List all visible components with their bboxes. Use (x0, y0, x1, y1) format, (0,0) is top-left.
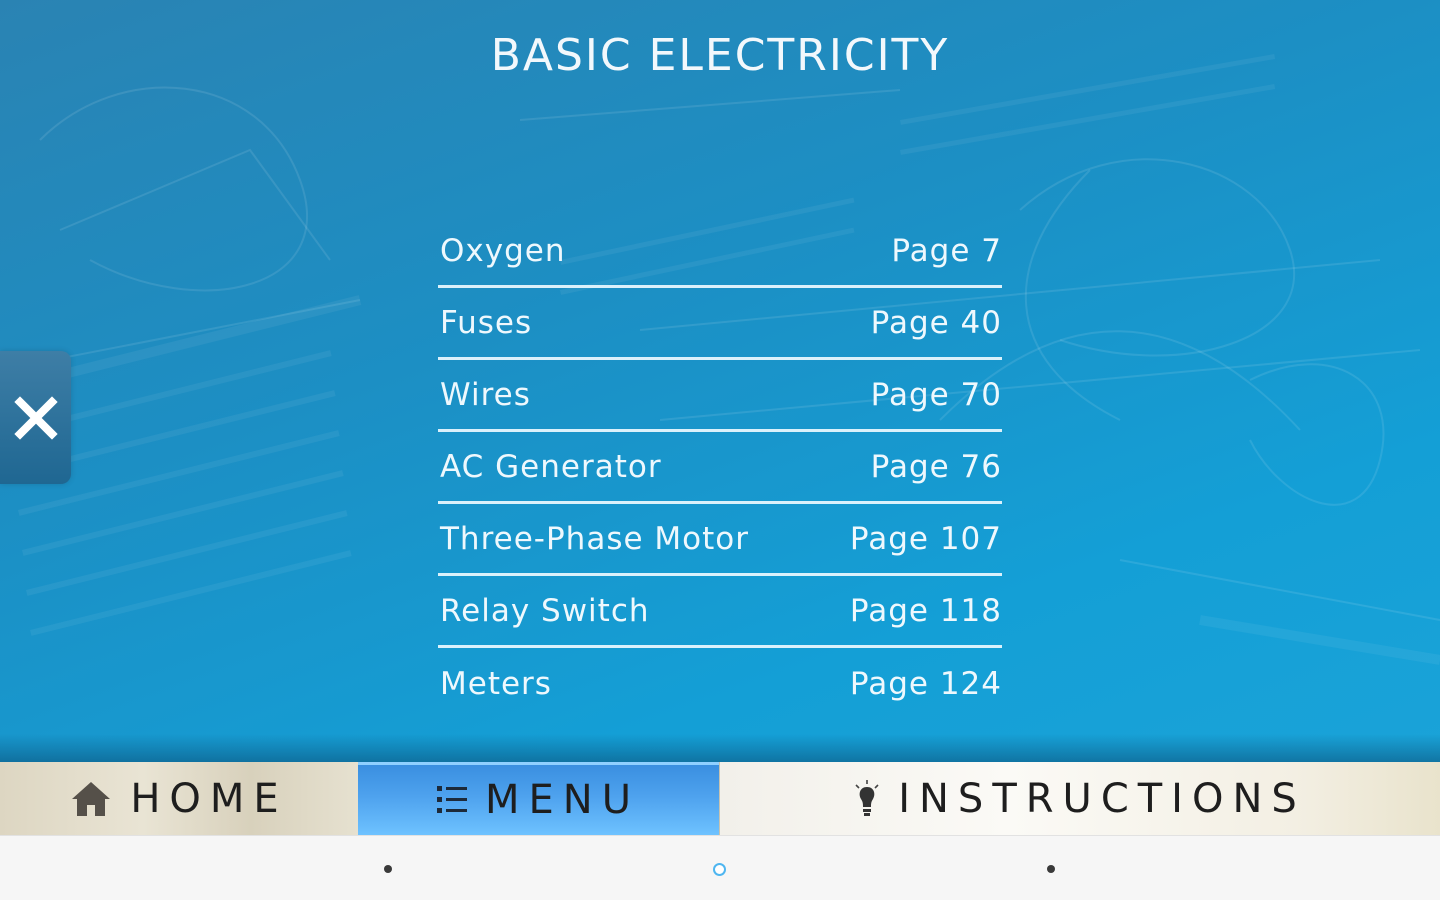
toc-page: Page 76 (870, 448, 1002, 485)
close-icon (13, 395, 58, 440)
toc-item-meters[interactable]: Meters Page 124 (438, 648, 1002, 720)
system-recent-apps-button[interactable] (1047, 865, 1055, 873)
toc-item-ac-generator[interactable]: AC Generator Page 76 (438, 432, 1002, 504)
house-icon (70, 780, 112, 818)
toc-page: Page 70 (870, 376, 1002, 413)
toc-page: Page 40 (870, 304, 1002, 341)
toc-topic: Wires (440, 376, 531, 413)
nav-home-button[interactable]: HOME (0, 762, 358, 835)
toc-item-wires[interactable]: Wires Page 70 (438, 360, 1002, 432)
bottom-nav-bar: HOME MENU INSTRUCTIONS (0, 762, 1440, 835)
system-back-button[interactable] (384, 865, 392, 873)
toc-topic: Fuses (440, 304, 533, 341)
toc-item-relay-switch[interactable]: Relay Switch Page 118 (438, 576, 1002, 648)
toc-page: Page 124 (849, 666, 1002, 702)
toc-page: Page 7 (891, 232, 1002, 269)
nav-menu-label: MENU (485, 777, 640, 823)
toc-topic: AC Generator (440, 448, 662, 485)
lightbulb-icon (854, 779, 880, 818)
toc-page: Page 118 (849, 592, 1002, 629)
content-area: BASIC ELECTRICITY Oxygen Page 7 Fuses Pa… (0, 0, 1440, 762)
system-home-button[interactable] (713, 863, 726, 876)
nav-instructions-button[interactable]: INSTRUCTIONS (719, 762, 1440, 835)
page-title: BASIC ELECTRICITY (490, 30, 950, 81)
android-system-bar (0, 835, 1440, 900)
nav-home-label: HOME (130, 775, 288, 822)
toc-item-three-phase-motor[interactable]: Three-Phase Motor Page 107 (438, 504, 1002, 576)
toc-page: Page 107 (849, 520, 1002, 557)
nav-menu-button[interactable]: MENU (358, 762, 719, 835)
toc-topic: Relay Switch (440, 592, 650, 629)
toc-topic: Three-Phase Motor (440, 520, 749, 557)
toc-topic: Oxygen (440, 232, 566, 269)
close-menu-button[interactable] (0, 351, 71, 484)
list-icon (437, 784, 467, 816)
nav-instructions-label: INSTRUCTIONS (898, 775, 1306, 822)
table-of-contents: Oxygen Page 7 Fuses Page 40 Wires Page 7… (438, 216, 1002, 720)
app-screen: BASIC ELECTRICITY Oxygen Page 7 Fuses Pa… (0, 0, 1440, 900)
toc-item-fuses[interactable]: Fuses Page 40 (438, 288, 1002, 360)
toc-topic: Meters (440, 666, 552, 702)
toc-item-oxygen[interactable]: Oxygen Page 7 (438, 216, 1002, 288)
content-bottom-shadow (0, 734, 1440, 762)
